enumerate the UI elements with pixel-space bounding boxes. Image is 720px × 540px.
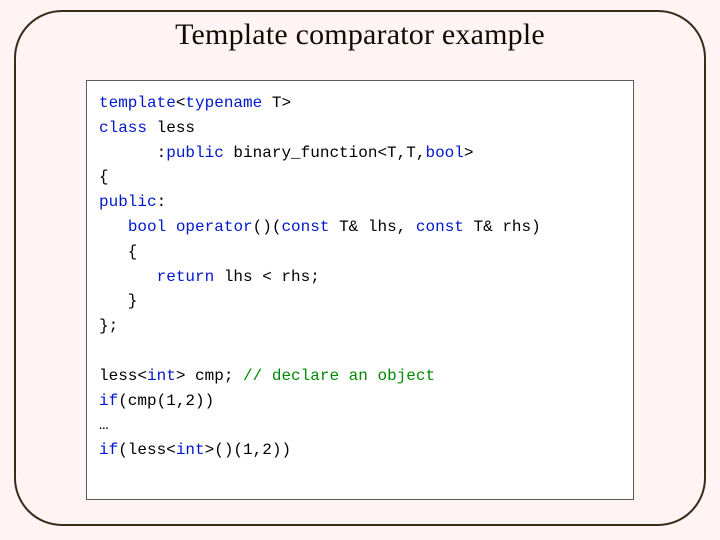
kw-typename: typename [185,94,262,112]
kw-int: int [176,441,205,459]
code-text: lhs < rhs; [214,268,320,286]
code-text: … [99,416,109,434]
code-text: less [147,119,195,137]
kw-bool: bool [425,144,463,162]
code-text: less< [99,367,147,385]
code-text: { [99,168,109,186]
kw-const: const [416,218,464,236]
code-text: >()(1,2)) [205,441,291,459]
code-text: T& lhs, [329,218,415,236]
code-text: ()( [253,218,282,236]
kw-if: if [99,441,118,459]
kw-int: int [147,367,176,385]
kw-operator: operator [176,218,253,236]
slide: Template comparator example template<typ… [0,0,720,540]
kw-const: const [281,218,329,236]
code-text: : [99,144,166,162]
code-box: template<typename T> class less :public … [86,80,634,500]
kw-template: template [99,94,176,112]
code-text [166,218,176,236]
code-text: binary_function<T,T, [224,144,426,162]
code-text: (less< [118,441,176,459]
kw-return: return [157,268,215,286]
code-content: template<typename T> class less :public … [99,91,621,463]
code-text: > [464,144,474,162]
code-text: }; [99,317,118,335]
code-text: < [176,94,186,112]
code-text: T& rhs) [464,218,541,236]
code-text: (cmp(1,2)) [118,392,214,410]
code-text: T> [262,94,291,112]
kw-public: public [166,144,224,162]
kw-class: class [99,119,147,137]
comment: // declare an object [243,367,435,385]
slide-title: Template comparator example [0,18,720,52]
code-text [99,268,157,286]
kw-bool: bool [128,218,166,236]
code-text: : [157,193,167,211]
kw-if: if [99,392,118,410]
code-text: > cmp; [176,367,243,385]
code-text: } [99,292,137,310]
kw-public: public [99,193,157,211]
code-text: { [99,243,137,261]
code-text [99,218,128,236]
